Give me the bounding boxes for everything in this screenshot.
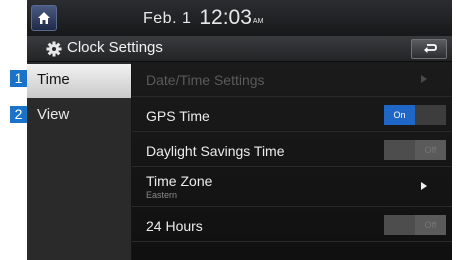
24-hours-toggle[interactable]: Off — [384, 215, 446, 235]
daylight-savings-toggle-off: Off — [415, 140, 446, 160]
page-title: Clock Settings — [67, 39, 163, 56]
settings-list: Date/Time Settings GPS Time On Daylight … — [132, 62, 452, 260]
date-time-settings-row: Date/Time Settings — [132, 62, 452, 97]
daylight-savings-toggle[interactable]: Off — [384, 140, 446, 160]
back-icon — [424, 44, 437, 53]
tab-time-label: Time — [37, 71, 70, 88]
tab-time[interactable]: Time — [27, 64, 131, 98]
time-zone-label: Time Zone — [146, 173, 213, 189]
gear-icon — [46, 41, 62, 57]
gps-time-label: GPS Time — [146, 108, 210, 124]
gps-time-toggle[interactable]: On — [384, 105, 446, 125]
title-bar: Clock Settings — [27, 36, 452, 62]
date-time-settings-label: Date/Time Settings — [146, 72, 265, 88]
gps-time-row[interactable]: GPS Time On — [132, 97, 452, 132]
24-hours-toggle-on — [384, 215, 415, 235]
clock-display: Feb. 1 12:03AM — [143, 6, 263, 30]
tab-view-label: View — [37, 106, 70, 123]
back-button[interactable] — [411, 39, 447, 59]
gps-time-toggle-on: On — [384, 105, 415, 125]
ampm-text: AM — [252, 18, 264, 25]
callout-1: 1 — [10, 70, 27, 87]
24-hours-toggle-off: Off — [415, 215, 446, 235]
status-bar: Feb. 1 12:03AM — [27, 0, 452, 37]
tab-view[interactable]: View — [27, 99, 131, 133]
head-unit-screen: Feb. 1 12:03AM Clock Settings Time View … — [27, 0, 452, 260]
daylight-savings-toggle-on — [384, 140, 415, 160]
sidebar: Time View — [27, 62, 131, 260]
callout-2: 2 — [10, 106, 27, 123]
24-hours-row[interactable]: 24 Hours Off — [132, 207, 452, 242]
24-hours-label: 24 Hours — [146, 218, 203, 234]
daylight-savings-label: Daylight Savings Time — [146, 143, 285, 159]
time-text: 12:03 — [199, 6, 252, 29]
daylight-savings-row[interactable]: Daylight Savings Time Off — [132, 132, 452, 167]
chevron-right-icon — [421, 182, 427, 190]
gps-time-toggle-off — [415, 105, 446, 125]
time-zone-row[interactable]: Time Zone Eastern — [132, 167, 452, 207]
time-zone-value: Eastern — [146, 190, 178, 200]
date-text: Feb. 1 — [143, 10, 192, 27]
chevron-right-icon — [421, 75, 427, 83]
home-button[interactable] — [31, 5, 57, 31]
home-icon — [38, 12, 50, 24]
